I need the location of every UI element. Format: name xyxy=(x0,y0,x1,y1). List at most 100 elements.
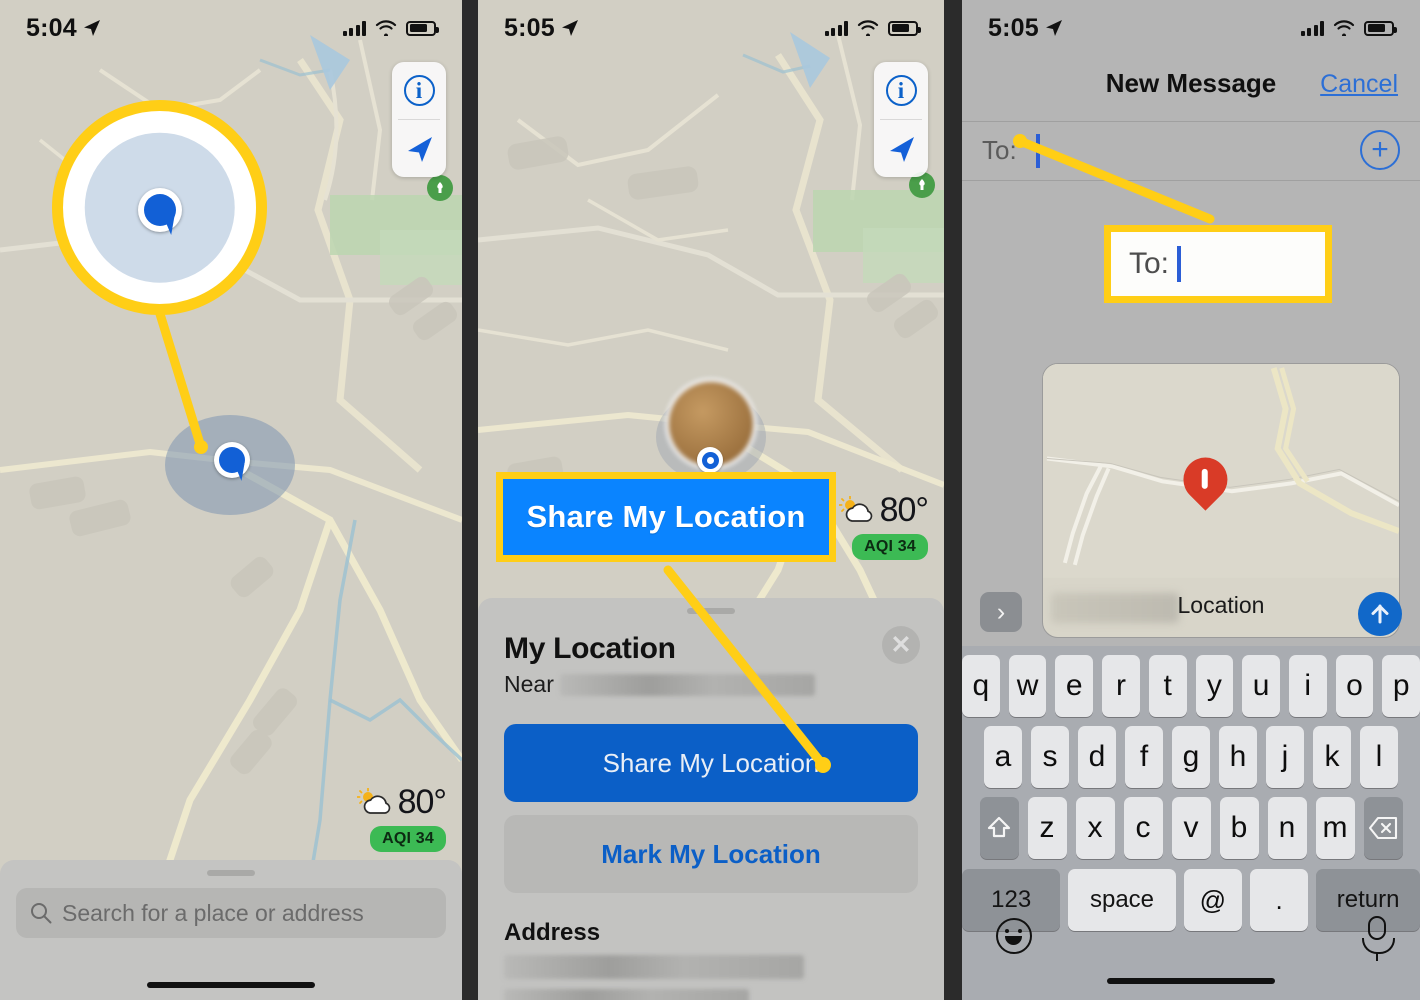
key-v[interactable]: v xyxy=(1171,797,1211,859)
cellular-bars-icon xyxy=(342,20,366,36)
map-locate-button[interactable] xyxy=(392,120,446,177)
status-bar: 5:05 xyxy=(478,0,944,56)
status-time-group: 5:05 xyxy=(988,14,1064,43)
key-y[interactable]: y xyxy=(1195,655,1234,717)
key-x[interactable]: x xyxy=(1075,797,1115,859)
status-time: 5:05 xyxy=(988,13,1039,42)
sun-behind-cloud-icon xyxy=(838,495,872,522)
map-controls[interactable]: i xyxy=(392,62,446,177)
sheet-title: My Location xyxy=(504,632,676,665)
status-time-group: 5:04 xyxy=(26,14,102,43)
map-locate-button[interactable] xyxy=(874,120,928,177)
battery-icon xyxy=(1364,20,1397,36)
keyboard-row-1: q w e r t y u i o p xyxy=(962,655,1420,717)
shift-up-icon[interactable] xyxy=(979,797,1019,859)
plus-circle-icon[interactable]: + xyxy=(1360,130,1400,170)
aqi-badge: AQI 34 xyxy=(370,826,446,852)
map-info-button[interactable]: i xyxy=(874,62,928,119)
sun-behind-cloud-icon xyxy=(356,787,390,814)
sheet-grabber[interactable] xyxy=(207,870,255,876)
key-n[interactable]: n xyxy=(1267,797,1307,859)
panel-divider-1 xyxy=(462,0,478,1000)
battery-icon xyxy=(406,20,439,36)
key-s[interactable]: s xyxy=(1031,726,1069,788)
key-t[interactable]: t xyxy=(1148,655,1187,717)
aqi-badge: AQI 34 xyxy=(852,534,928,560)
key-i[interactable]: i xyxy=(1288,655,1327,717)
panel-divider-2 xyxy=(944,0,960,1000)
divider xyxy=(962,121,1420,122)
to-field-callout: To: xyxy=(1104,225,1332,303)
address-value xyxy=(504,955,918,1000)
key-j[interactable]: j xyxy=(1266,726,1304,788)
location-attachment[interactable]: Location xyxy=(1042,363,1400,638)
wifi-icon xyxy=(1333,20,1355,36)
key-z[interactable]: z xyxy=(1027,797,1067,859)
navigation-arrow-icon xyxy=(408,136,432,162)
key-m[interactable]: m xyxy=(1315,797,1355,859)
share-my-location-label: Share My Location xyxy=(602,747,820,778)
panel-messages-new-message: 5:05 New Message Cancel To: + To: Locati… xyxy=(962,0,1420,1000)
attachment-minimap xyxy=(1043,364,1399,579)
search-input[interactable]: Search for a place or address xyxy=(16,888,446,938)
status-indicators xyxy=(824,20,921,36)
text-cursor xyxy=(1036,134,1040,168)
emoji-smiley-icon[interactable] xyxy=(996,918,1032,954)
sheet-grabber[interactable] xyxy=(687,608,735,614)
keyboard-row-2: a s d f g h j k l xyxy=(962,726,1420,788)
status-bar: 5:05 xyxy=(962,0,1420,56)
panel-maps-my-location: 5:04 i 80° AQI 34 Search for a place or … xyxy=(0,0,462,1000)
key-a[interactable]: a xyxy=(984,726,1022,788)
sheet-subtitle: Near xyxy=(504,671,918,698)
wifi-icon xyxy=(857,20,879,36)
mark-my-location-label: Mark My Location xyxy=(601,838,821,869)
status-indicators xyxy=(1300,20,1397,36)
cellular-bars-icon xyxy=(1300,20,1324,36)
key-w[interactable]: w xyxy=(1008,655,1047,717)
close-icon[interactable]: ✕ xyxy=(882,626,920,664)
location-arrow-icon xyxy=(1045,20,1062,36)
key-c[interactable]: c xyxy=(1123,797,1163,859)
microphone-icon[interactable] xyxy=(1362,916,1395,961)
key-o[interactable]: o xyxy=(1335,655,1374,717)
backspace-icon[interactable] xyxy=(1363,797,1403,859)
attachment-caption: Location xyxy=(1177,592,1265,618)
location-arrow-icon xyxy=(561,20,578,36)
address-heading: Address xyxy=(504,919,601,946)
key-h[interactable]: h xyxy=(1219,726,1257,788)
key-l[interactable]: l xyxy=(1360,726,1398,788)
navigation-arrow-icon xyxy=(890,136,914,162)
cellular-bars-icon xyxy=(824,20,848,36)
location-detail-sheet: ✕ My Location Near Share My Location Mar… xyxy=(478,598,944,1000)
key-d[interactable]: d xyxy=(1078,726,1116,788)
key-e[interactable]: e xyxy=(1055,655,1094,717)
send-button[interactable] xyxy=(1358,592,1402,636)
keyboard-bottom-bar xyxy=(962,900,1420,1000)
weather-widget[interactable]: 80° AQI 34 xyxy=(356,783,447,852)
status-time: 5:04 xyxy=(26,13,77,42)
key-r[interactable]: r xyxy=(1102,655,1140,717)
weather-widget[interactable]: 80° AQI 34 xyxy=(838,491,929,560)
key-u[interactable]: u xyxy=(1242,655,1280,717)
map-controls[interactable]: i xyxy=(874,62,928,177)
cancel-button[interactable]: Cancel xyxy=(1320,70,1398,99)
key-f[interactable]: f xyxy=(1125,726,1163,788)
mark-my-location-button[interactable]: Mark My Location xyxy=(504,815,918,893)
to-field[interactable]: To: + xyxy=(962,123,1420,181)
current-location-dot xyxy=(697,447,723,473)
key-g[interactable]: g xyxy=(1172,726,1210,788)
key-q[interactable]: q xyxy=(962,655,1000,717)
on-screen-keyboard[interactable]: q w e r t y u i o p a s d f g h j k l z … xyxy=(962,646,1420,1000)
share-my-location-button[interactable]: Share My Location xyxy=(504,724,918,802)
chevron-right-icon[interactable]: › xyxy=(980,592,1022,632)
to-field-callout-label: To: xyxy=(1129,247,1170,280)
weather-temp-row: 80° xyxy=(838,491,929,530)
divider xyxy=(962,180,1420,181)
map-info-button[interactable]: i xyxy=(392,62,446,119)
park-marker-icon[interactable] xyxy=(427,175,453,201)
key-p[interactable]: p xyxy=(1382,655,1420,717)
search-sheet[interactable]: Search for a place or address xyxy=(0,860,462,1000)
location-arrow-icon xyxy=(83,20,100,36)
key-b[interactable]: b xyxy=(1219,797,1259,859)
key-k[interactable]: k xyxy=(1313,726,1351,788)
